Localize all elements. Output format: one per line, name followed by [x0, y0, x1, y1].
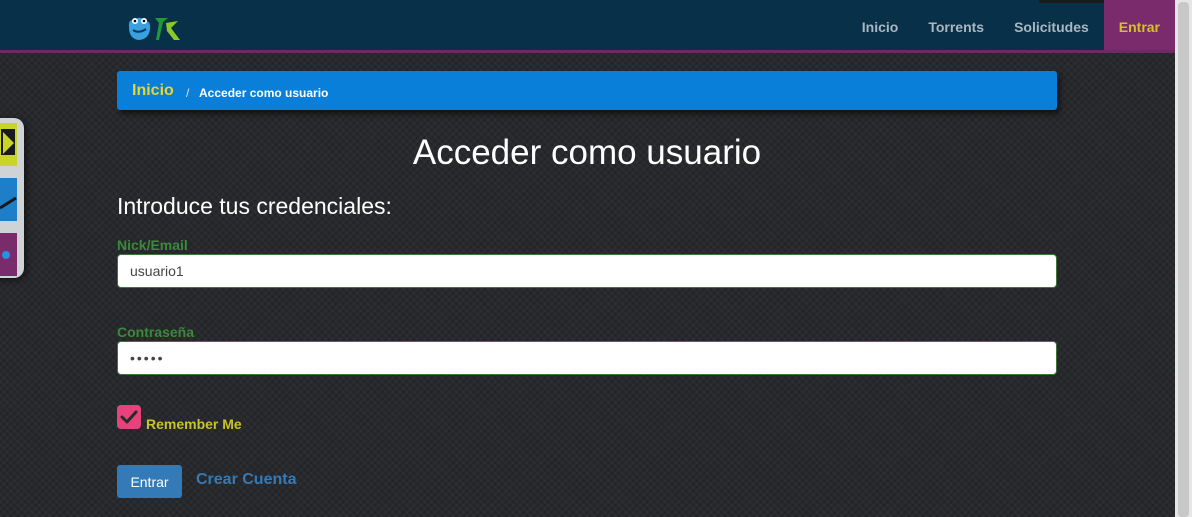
utorrent-icon[interactable]: [0, 123, 17, 166]
password-label: Contraseña: [117, 324, 195, 340]
remember-me-checkbox[interactable]: [117, 405, 141, 429]
share-purple-icon[interactable]: [0, 233, 17, 276]
breadcrumb-home-link[interactable]: Inicio: [132, 82, 174, 100]
top-navbar: Inicio Torrents Solicitudes Entrar: [0, 0, 1175, 53]
form-subtitle: Introduce tus credenciales:: [117, 193, 392, 219]
username-label: Nick/Email: [117, 237, 188, 253]
breadcrumb-current: Acceder como usuario: [199, 86, 329, 100]
breadcrumb: Inicio / Acceder como usuario: [117, 71, 1057, 110]
breadcrumb-separator: /: [186, 86, 190, 100]
scrollbar-thumb[interactable]: [1178, 2, 1189, 517]
password-input[interactable]: [117, 341, 1057, 375]
checkmark-icon: [120, 410, 138, 424]
create-account-link[interactable]: Crear Cuenta: [196, 471, 296, 489]
username-input[interactable]: [117, 254, 1057, 288]
side-share-panel: [0, 118, 24, 278]
nav-link-entrar[interactable]: Entrar: [1103, 0, 1175, 50]
page-title: Acceder como usuario: [412, 133, 762, 172]
nav-link-inicio[interactable]: Inicio: [847, 0, 914, 50]
remember-me-label[interactable]: Remember Me: [146, 416, 242, 432]
share-blue-icon[interactable]: [0, 178, 17, 221]
site-logo[interactable]: [126, 13, 184, 47]
page-scrollbar[interactable]: [1175, 0, 1192, 517]
nav-links: Inicio Torrents Solicitudes Entrar: [847, 0, 1175, 50]
login-button[interactable]: Entrar: [117, 465, 182, 498]
nav-link-solicitudes[interactable]: Solicitudes: [999, 0, 1104, 50]
nav-link-torrents[interactable]: Torrents: [913, 0, 999, 50]
